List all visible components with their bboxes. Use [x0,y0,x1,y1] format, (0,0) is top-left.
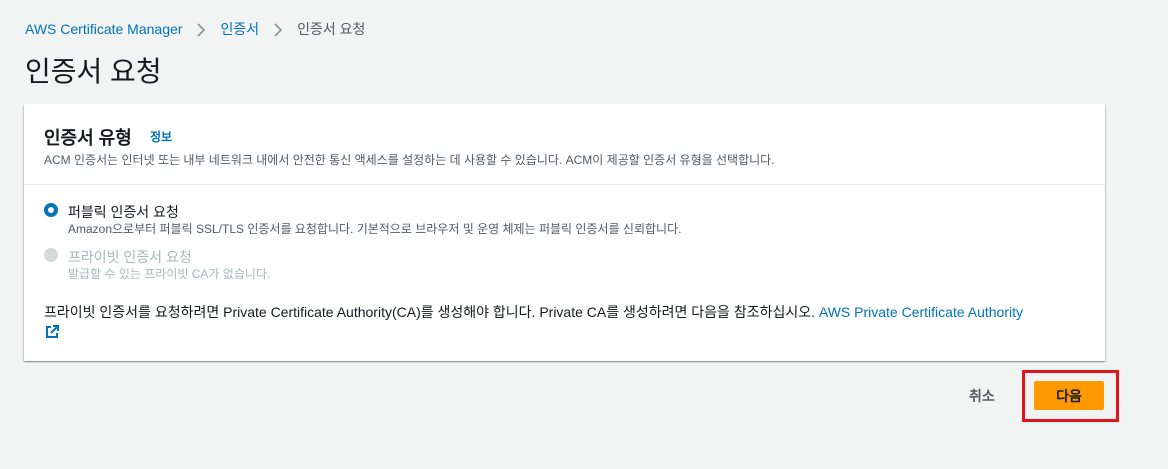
panel-header: 인증서 유형 정보 ACM 인증서는 인터넷 또는 내부 네트워크 내에서 안전… [24,104,1105,185]
note-text: 프라이빗 인증서를 요청하려면 Private Certificate Auth… [44,304,819,320]
breadcrumb-item-acm[interactable]: AWS Certificate Manager [25,21,182,37]
breadcrumb: AWS Certificate Manager 인증서 인증서 요청 [25,19,365,39]
option-label: 퍼블릭 인증서 요청 [68,204,179,220]
chevron-right-icon [273,22,283,37]
private-ca-note: 프라이빗 인증서를 요청하려면 Private Certificate Auth… [44,302,1094,322]
radio-private-certificate [44,248,58,262]
panel-title: 인증서 유형 [44,128,132,148]
private-ca-link[interactable]: AWS Private Certificate Authority [819,304,1023,320]
info-link[interactable]: 정보 [150,128,172,145]
external-link-icon[interactable] [44,324,60,340]
next-button[interactable]: 다음 [1034,381,1104,410]
chevron-right-icon [196,22,206,37]
breadcrumb-item-certificates[interactable]: 인증서 [220,19,259,39]
option-label: 프라이빗 인증서 요청 [68,249,192,265]
breadcrumb-item-current: 인증서 요청 [297,21,366,37]
panel-description: ACM 인증서는 인터넷 또는 내부 네트워크 내에서 안전한 통신 액세스를 … [44,153,775,167]
cancel-button[interactable]: 취소 [955,382,1009,410]
page-title: 인증서 요청 [25,56,162,87]
radio-public-certificate[interactable] [44,203,58,217]
option-description: Amazon으로부터 퍼블릭 SSL/TLS 인증서를 요청합니다. 기본적으로… [68,222,682,236]
certificate-type-panel: 인증서 유형 정보 ACM 인증서는 인터넷 또는 내부 네트워크 내에서 안전… [24,104,1105,361]
option-description: 발급할 수 있는 프라이빗 CA가 없습니다. [68,267,271,281]
